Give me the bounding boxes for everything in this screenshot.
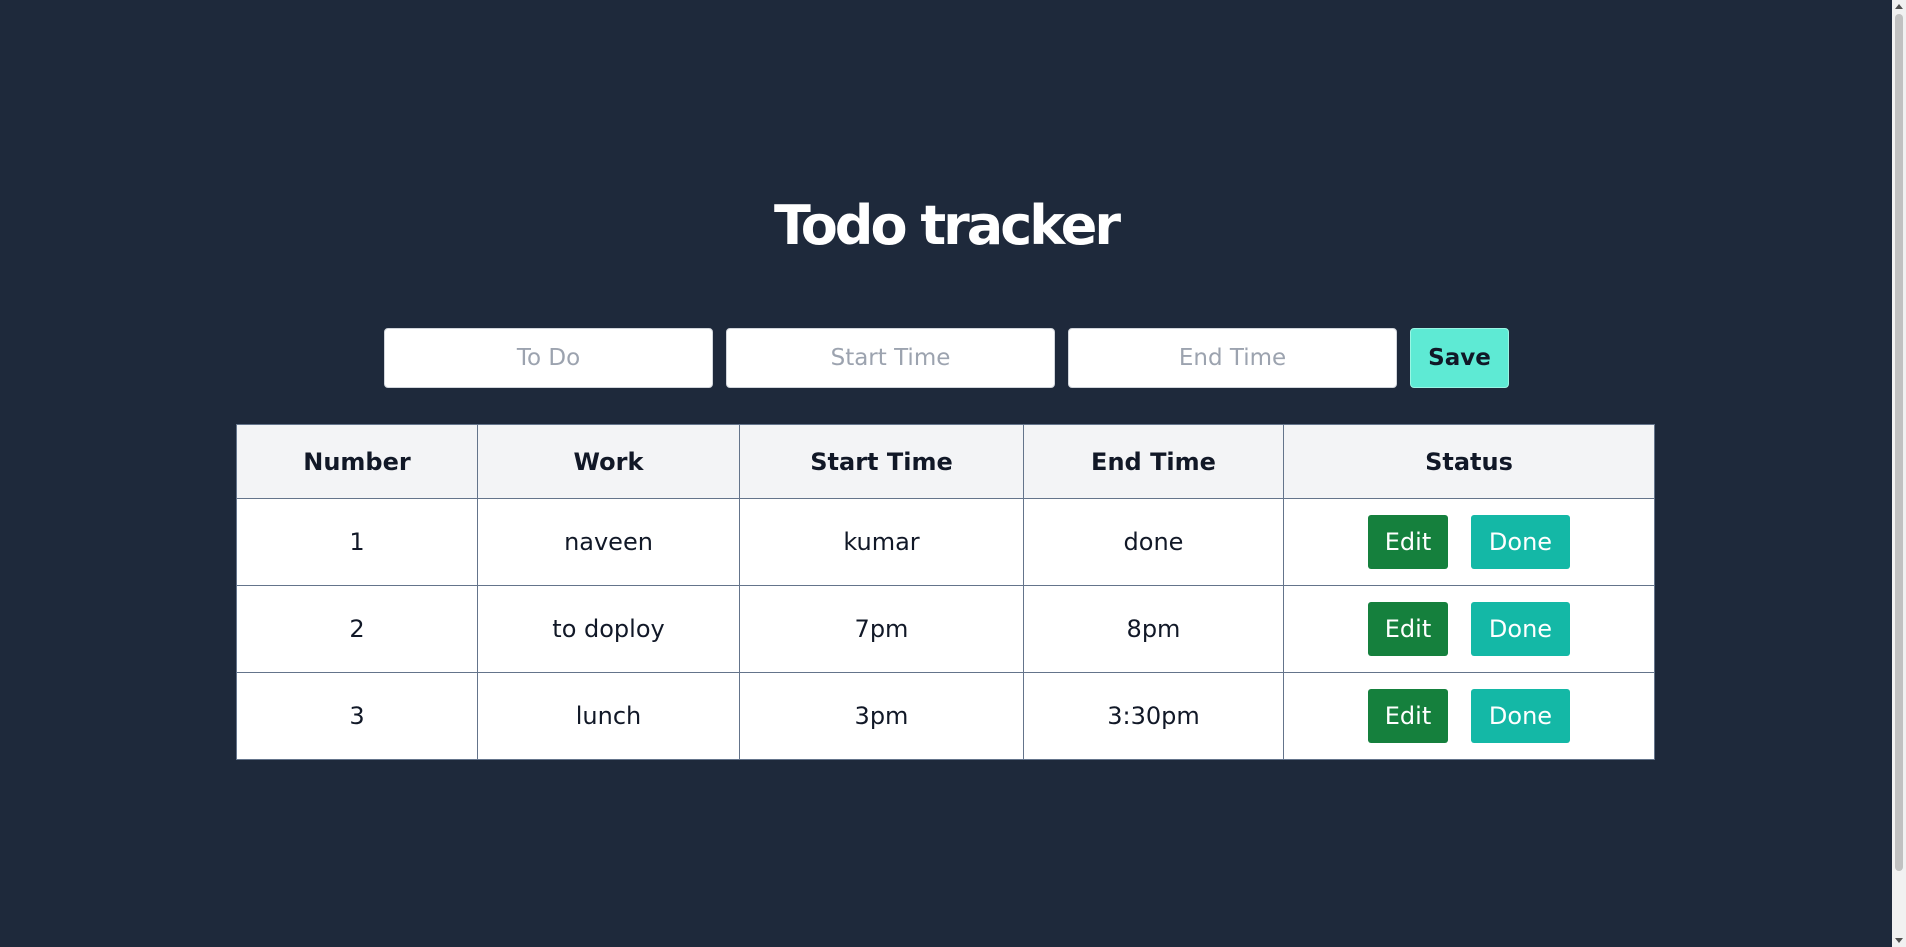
cell-start-time: 7pm [739, 585, 1024, 673]
cell-end-time: done [1023, 498, 1284, 586]
cell-number: 1 [236, 498, 478, 586]
app-page: Todo tracker Save Number Work Start Time… [0, 0, 1906, 947]
header-status: Status [1283, 424, 1655, 499]
table-header-row: Number Work Start Time End Time Status [236, 424, 1655, 499]
header-end-time: End Time [1023, 424, 1284, 499]
save-button[interactable]: Save [1410, 328, 1509, 388]
done-button[interactable]: Done [1471, 689, 1570, 743]
edit-button[interactable]: Edit [1368, 602, 1448, 656]
table-row: 2 to doploy 7pm 8pm Edit Done [236, 585, 1655, 673]
cell-work: to doploy [477, 585, 740, 673]
cell-status: Edit Done [1283, 672, 1655, 760]
todo-table-container: Number Work Start Time End Time Status 1… [236, 424, 1655, 760]
scroll-down-arrow-icon[interactable] [1895, 938, 1903, 943]
todo-form: Save [384, 328, 1509, 388]
done-button[interactable]: Done [1471, 515, 1570, 569]
done-button[interactable]: Done [1471, 602, 1570, 656]
cell-start-time: kumar [739, 498, 1024, 586]
scrollbar-thumb[interactable] [1895, 14, 1903, 871]
page-title: Todo tracker [774, 194, 1121, 257]
cell-end-time: 8pm [1023, 585, 1284, 673]
cell-end-time: 3:30pm [1023, 672, 1284, 760]
todo-input[interactable] [384, 328, 713, 388]
cell-work: naveen [477, 498, 740, 586]
start-time-input[interactable] [726, 328, 1055, 388]
header-start-time: Start Time [739, 424, 1024, 499]
end-time-input[interactable] [1068, 328, 1397, 388]
cell-number: 3 [236, 672, 478, 760]
header-work: Work [477, 424, 740, 499]
header-number: Number [236, 424, 478, 499]
cell-number: 2 [236, 585, 478, 673]
edit-button[interactable]: Edit [1368, 689, 1448, 743]
cell-status: Edit Done [1283, 498, 1655, 586]
edit-button[interactable]: Edit [1368, 515, 1448, 569]
table-row: 1 naveen kumar done Edit Done [236, 498, 1655, 586]
scroll-up-arrow-icon[interactable] [1895, 4, 1903, 9]
vertical-scrollbar[interactable] [1892, 0, 1906, 947]
table-row: 3 lunch 3pm 3:30pm Edit Done [236, 672, 1655, 760]
cell-work: lunch [477, 672, 740, 760]
cell-start-time: 3pm [739, 672, 1024, 760]
todo-table: Number Work Start Time End Time Status 1… [236, 424, 1655, 760]
cell-status: Edit Done [1283, 585, 1655, 673]
